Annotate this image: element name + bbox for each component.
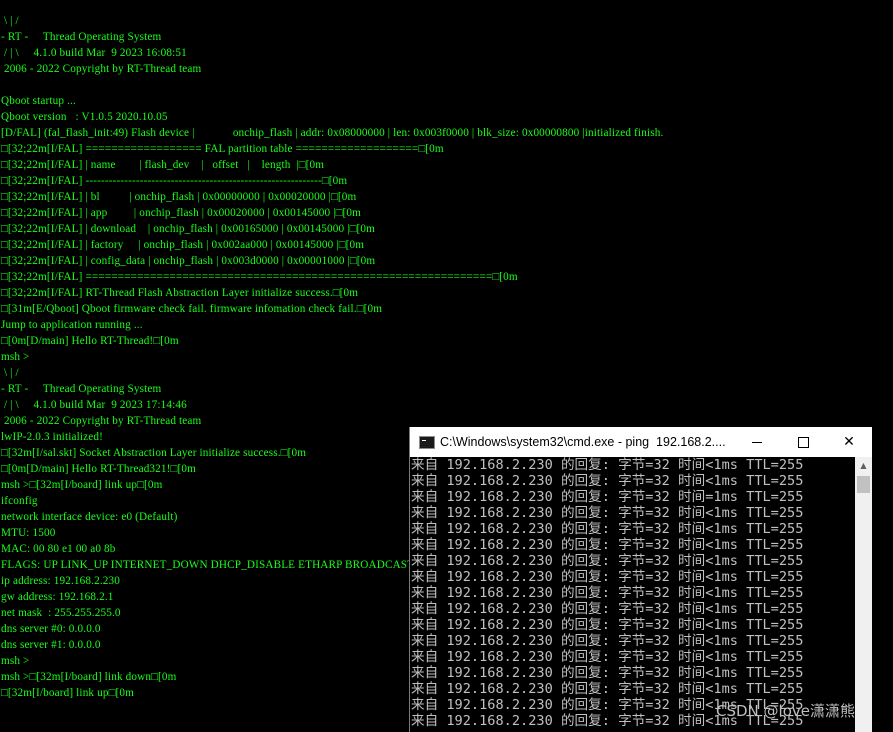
- terminal-line: msh >: [1, 351, 30, 363]
- ping-reply-line: 来自 192.168.2.230 的回复: 字节=32 时间<1ms TTL=2…: [411, 585, 804, 601]
- ping-reply-line: 来自 192.168.2.230 的回复: 字节=32 时间<1ms TTL=2…: [411, 649, 804, 665]
- minimize-button[interactable]: [734, 427, 780, 457]
- ping-reply-line: 来自 192.168.2.230 的回复: 字节=32 时间<1ms TTL=2…: [411, 473, 804, 489]
- terminal-line: lwIP-2.0.3 initialized!: [1, 431, 103, 443]
- watermark: CSDN @love潇潇熊: [716, 702, 855, 720]
- ping-reply-line: 来自 192.168.2.230 的回复: 字节=32 时间<1ms TTL=2…: [411, 537, 804, 553]
- terminal-line: □[32;22m[I/FAL] ========================…: [1, 271, 518, 283]
- terminal-line: net mask : 255.255.255.0: [1, 607, 121, 619]
- terminal-line: □[31m[E/Qboot] Qboot firmware check fail…: [1, 303, 383, 315]
- ping-reply-line: 来自 192.168.2.230 的回复: 字节=32 时间<1ms TTL=2…: [411, 505, 804, 521]
- ping-reply-line: 来自 192.168.2.230 的回复: 字节=32 时间<1ms TTL=2…: [411, 633, 804, 649]
- cmd-scrollbar[interactable]: ▲: [855, 457, 872, 732]
- ping-reply-line: 来自 192.168.2.230 的回复: 字节=32 时间<1ms TTL=2…: [411, 601, 804, 617]
- terminal-line: ifconfig: [1, 495, 38, 507]
- terminal-line: [D/FAL] (fal_flash_init:49) Flash device…: [1, 127, 664, 139]
- ping-reply-line: 来自 192.168.2.230 的回复: 字节=32 时间=1ms TTL=2…: [411, 489, 804, 505]
- terminal-line: gw address: 192.168.2.1: [1, 591, 114, 603]
- terminal-line: □[32;22m[I/FAL] | factory | onchip_flash…: [1, 239, 365, 251]
- terminal-line: Qboot version : V1.0.5 2020.10.05: [1, 111, 168, 123]
- cmd-window[interactable]: C:\Windows\system32\cmd.exe - ping 192.1…: [409, 427, 872, 732]
- terminal-line: Jump to application running ...: [1, 319, 143, 331]
- ping-reply-line: 来自 192.168.2.230 的回复: 字节=32 时间<1ms TTL=2…: [411, 681, 804, 697]
- terminal-line: □[0m[D/main] Hello RT-Thread321!□[0m: [1, 463, 196, 475]
- terminal-line: □[32;22m[I/FAL] ================== FAL p…: [1, 143, 444, 155]
- terminal-line: \ | /: [1, 367, 19, 379]
- terminal-line: Qboot startup ...: [1, 95, 76, 107]
- minimize-icon: [752, 441, 762, 443]
- terminal-line: 2006 - 2022 Copyright by RT-Thread team: [1, 63, 202, 75]
- ping-reply-line: 来自 192.168.2.230 的回复: 字节=32 时间<1ms TTL=2…: [411, 521, 804, 537]
- terminal-line: / | \ 4.1.0 build Mar 9 2023 17:14:46: [1, 399, 187, 411]
- terminal-line: msh >□[32m[I/board] link up□[0m: [1, 479, 163, 491]
- ping-reply-line: 来自 192.168.2.230 的回复: 字节=32 时间<1ms TTL=2…: [411, 665, 804, 681]
- ping-reply-line: 来自 192.168.2.230 的回复: 字节=32 时间<1ms TTL=2…: [411, 617, 804, 633]
- terminal-line: / | \ 4.1.0 build Mar 9 2023 16:08:51: [1, 47, 187, 59]
- terminal-line: MAC: 00 80 e1 00 a0 8b: [1, 543, 116, 555]
- terminal-line: - RT - Thread Operating System: [1, 31, 162, 43]
- terminal-line: msh >: [1, 655, 30, 667]
- terminal-line: MTU: 1500: [1, 527, 56, 539]
- close-icon: ✕: [843, 434, 855, 450]
- terminal-line: msh >□[32m[I/board] link down□[0m: [1, 671, 177, 683]
- terminal-line: □[0m[D/main] Hello RT-Thread!□[0m: [1, 335, 179, 347]
- terminal-line: □[32;22m[I/FAL] | name | flash_dev | off…: [1, 159, 325, 171]
- terminal-line: □[32;22m[I/FAL] RT-Thread Flash Abstract…: [1, 287, 359, 299]
- ping-reply-line: 来自 192.168.2.230 的回复: 字节=32 时间<1ms TTL=2…: [411, 569, 804, 585]
- cmd-app-icon[interactable]: [419, 436, 435, 449]
- terminal-line: □[32;22m[I/FAL] ------------------------…: [1, 175, 348, 187]
- ping-reply-line: 来自 192.168.2.230 的回复: 字节=32 时间<1ms TTL=2…: [411, 553, 804, 569]
- maximize-button[interactable]: [780, 427, 826, 457]
- cmd-titlebar[interactable]: C:\Windows\system32\cmd.exe - ping 192.1…: [410, 427, 872, 457]
- terminal-line: network interface device: e0 (Default): [1, 511, 178, 523]
- terminal-line: dns server #1: 0.0.0.0: [1, 639, 101, 651]
- terminal-line: □[32m[I/sal.skt] Socket Abstraction Laye…: [1, 447, 307, 459]
- maximize-icon: [797, 436, 809, 448]
- scrollbar-thumb[interactable]: [857, 476, 870, 493]
- cmd-window-title: C:\Windows\system32\cmd.exe - ping 192.1…: [440, 435, 726, 449]
- terminal-line: □[32;22m[I/FAL] | app | onchip_flash | 0…: [1, 207, 361, 219]
- terminal-line: 2006 - 2022 Copyright by RT-Thread team: [1, 415, 202, 427]
- terminal-line: □[32m[I/board] link up□[0m: [1, 687, 134, 699]
- ping-reply-line: 来自 192.168.2.230 的回复: 字节=32 时间<1ms TTL=2…: [411, 457, 804, 473]
- terminal-line: □[32;22m[I/FAL] | bl | onchip_flash | 0x…: [1, 191, 357, 203]
- close-button[interactable]: ✕: [826, 427, 872, 457]
- terminal-line: dns server #0: 0.0.0.0: [1, 623, 101, 635]
- terminal-line: □[32;22m[I/FAL] | download | onchip_flas…: [1, 223, 375, 235]
- terminal-line: ip address: 192.168.2.230: [1, 575, 121, 587]
- terminal-line: \ | /: [1, 15, 19, 27]
- terminal-line: □[32;22m[I/FAL] | config_data | onchip_f…: [1, 255, 376, 267]
- scroll-up-arrow-icon[interactable]: ▲: [855, 457, 872, 474]
- terminal-line: FLAGS: UP LINK_UP INTERNET_DOWN DHCP_DIS…: [1, 559, 446, 571]
- cmd-output[interactable]: 来自 192.168.2.230 的回复: 字节=32 时间<1ms TTL=2…: [410, 457, 855, 732]
- terminal-line: - RT - Thread Operating System: [1, 383, 162, 395]
